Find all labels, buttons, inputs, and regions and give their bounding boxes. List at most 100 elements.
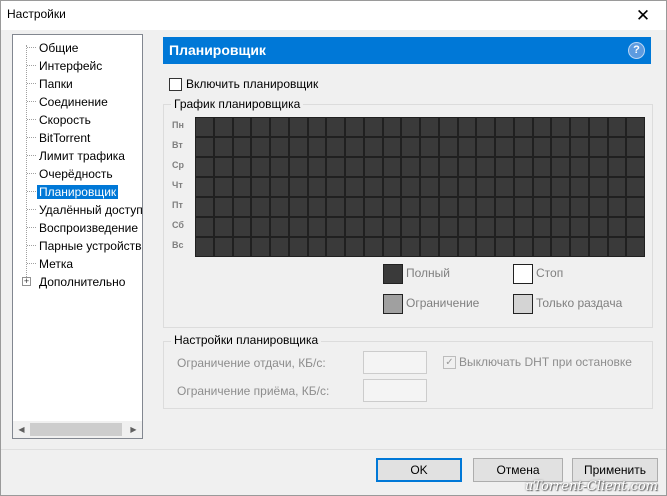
schedule-cell[interactable] <box>514 138 532 156</box>
schedule-cell[interactable] <box>533 178 551 196</box>
schedule-cell[interactable] <box>364 238 382 256</box>
schedule-cell[interactable] <box>308 178 326 196</box>
sidebar-item[interactable]: Удалённый доступ <box>13 201 142 219</box>
schedule-cell[interactable] <box>196 238 213 256</box>
schedule-cell[interactable] <box>627 198 644 216</box>
schedule-cell[interactable] <box>233 118 251 136</box>
schedule-cell[interactable] <box>289 158 307 176</box>
schedule-cell[interactable] <box>589 158 607 176</box>
schedule-cell[interactable] <box>608 158 626 176</box>
schedule-cell[interactable] <box>496 138 513 156</box>
schedule-cell[interactable] <box>477 238 494 256</box>
schedule-cell[interactable] <box>496 238 513 256</box>
schedule-cell[interactable] <box>327 218 344 236</box>
schedule-cell[interactable] <box>552 198 569 216</box>
schedule-cell[interactable] <box>439 178 457 196</box>
schedule-cell[interactable] <box>233 238 251 256</box>
schedule-cell[interactable] <box>589 178 607 196</box>
schedule-cell[interactable] <box>346 118 363 136</box>
schedule-cell[interactable] <box>233 198 251 216</box>
schedule-cell[interactable] <box>252 198 269 216</box>
schedule-cell[interactable] <box>271 138 288 156</box>
schedule-cell[interactable] <box>589 238 607 256</box>
schedule-cell[interactable] <box>608 218 626 236</box>
schedule-cell[interactable] <box>327 238 344 256</box>
schedule-cell[interactable] <box>439 158 457 176</box>
schedule-cell[interactable] <box>421 178 438 196</box>
enable-scheduler-label[interactable]: Включить планировщик <box>186 77 318 91</box>
schedule-cell[interactable] <box>439 198 457 216</box>
schedule-cell[interactable] <box>552 138 569 156</box>
schedule-cell[interactable] <box>514 238 532 256</box>
schedule-cell[interactable] <box>421 138 438 156</box>
schedule-cell[interactable] <box>383 118 401 136</box>
schedule-cell[interactable] <box>346 138 363 156</box>
schedule-cell[interactable] <box>327 158 344 176</box>
schedule-cell[interactable] <box>496 218 513 236</box>
schedule-cell[interactable] <box>364 218 382 236</box>
schedule-cell[interactable] <box>327 118 344 136</box>
schedule-cell[interactable] <box>439 138 457 156</box>
schedule-grid[interactable] <box>195 117 645 257</box>
sidebar-item[interactable]: Соединение <box>13 93 142 111</box>
schedule-cell[interactable] <box>289 198 307 216</box>
schedule-cell[interactable] <box>271 238 288 256</box>
schedule-cell[interactable] <box>289 138 307 156</box>
schedule-cell[interactable] <box>458 218 476 236</box>
schedule-cell[interactable] <box>308 218 326 236</box>
schedule-cell[interactable] <box>402 178 419 196</box>
schedule-cell[interactable] <box>214 198 232 216</box>
sidebar-item[interactable]: Воспроизведение <box>13 219 142 237</box>
sidebar-item[interactable]: Лимит трафика <box>13 147 142 165</box>
schedule-cell[interactable] <box>214 138 232 156</box>
dht-checkbox[interactable]: ✓ <box>443 356 456 369</box>
sidebar-item[interactable]: Папки <box>13 75 142 93</box>
help-icon[interactable]: ? <box>628 42 645 59</box>
schedule-cell[interactable] <box>608 118 626 136</box>
schedule-cell[interactable] <box>196 118 213 136</box>
sidebar-item[interactable]: BitTorrent <box>13 129 142 147</box>
schedule-cell[interactable] <box>533 238 551 256</box>
schedule-cell[interactable] <box>346 158 363 176</box>
close-icon[interactable]: ✕ <box>624 1 662 30</box>
schedule-cell[interactable] <box>214 178 232 196</box>
schedule-cell[interactable] <box>552 178 569 196</box>
schedule-cell[interactable] <box>627 238 644 256</box>
schedule-cell[interactable] <box>327 198 344 216</box>
download-limit-input[interactable] <box>363 379 427 402</box>
schedule-cell[interactable] <box>383 158 401 176</box>
upload-limit-input[interactable] <box>363 351 427 374</box>
sidebar-item[interactable]: Скорость <box>13 111 142 129</box>
schedule-cell[interactable] <box>346 178 363 196</box>
sidebar-item[interactable]: Очерёдность <box>13 165 142 183</box>
schedule-cell[interactable] <box>383 178 401 196</box>
schedule-cell[interactable] <box>421 238 438 256</box>
schedule-cell[interactable] <box>383 218 401 236</box>
schedule-cell[interactable] <box>552 218 569 236</box>
schedule-cell[interactable] <box>196 218 213 236</box>
schedule-cell[interactable] <box>477 138 494 156</box>
schedule-cell[interactable] <box>346 198 363 216</box>
schedule-cell[interactable] <box>608 238 626 256</box>
schedule-cell[interactable] <box>514 178 532 196</box>
schedule-cell[interactable] <box>589 198 607 216</box>
sidebar-item[interactable]: Общие <box>13 39 142 57</box>
schedule-cell[interactable] <box>514 158 532 176</box>
schedule-cell[interactable] <box>271 158 288 176</box>
schedule-cell[interactable] <box>289 118 307 136</box>
schedule-cell[interactable] <box>571 178 588 196</box>
schedule-cell[interactable] <box>421 158 438 176</box>
schedule-cell[interactable] <box>627 218 644 236</box>
sidebar-item[interactable]: Планировщик <box>13 183 142 201</box>
schedule-cell[interactable] <box>496 118 513 136</box>
schedule-cell[interactable] <box>214 158 232 176</box>
schedule-cell[interactable] <box>289 238 307 256</box>
schedule-cell[interactable] <box>589 138 607 156</box>
schedule-cell[interactable] <box>477 118 494 136</box>
schedule-cell[interactable] <box>402 238 419 256</box>
schedule-cell[interactable] <box>289 178 307 196</box>
schedule-cell[interactable] <box>346 238 363 256</box>
schedule-cell[interactable] <box>364 138 382 156</box>
schedule-cell[interactable] <box>402 138 419 156</box>
sidebar-item[interactable]: Парные устройства <box>13 237 142 255</box>
